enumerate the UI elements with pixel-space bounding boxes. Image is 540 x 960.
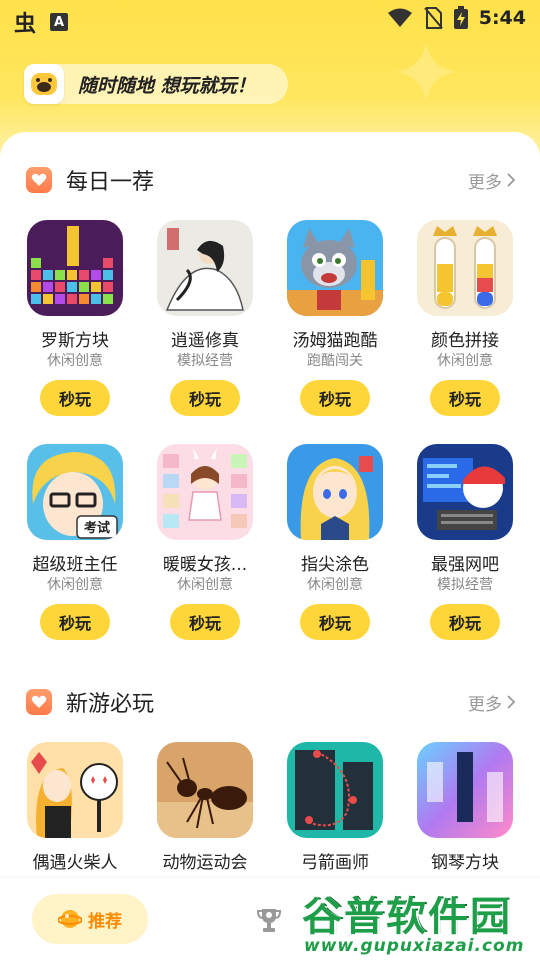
watermark: 谷普软件园 www.gupuxiazai.com (296, 880, 540, 960)
game-card[interactable]: 逍遥修真 模拟经营 秒玩 (140, 220, 270, 416)
color-sort-game-icon[interactable] (417, 220, 513, 316)
heart-icon (26, 167, 52, 193)
game-name: 偶遇火柴人 (32, 853, 118, 873)
xiuzhen-game-icon[interactable] (157, 220, 253, 316)
game-category: 跑酷闯关 (307, 353, 363, 369)
play-button[interactable]: 秒玩 (170, 604, 240, 640)
play-button[interactable]: 秒玩 (300, 380, 370, 416)
game-name: 指尖涂色 (301, 555, 369, 575)
internet-cafe-game-icon[interactable] (417, 444, 513, 540)
nav-tab-recommend[interactable]: 推荐 (32, 894, 148, 944)
piano-tiles-game-icon[interactable] (417, 742, 513, 838)
stickman-game-icon[interactable] (27, 742, 123, 838)
trophy-icon[interactable] (255, 906, 283, 934)
game-card[interactable]: 偶遇火柴人 (10, 742, 140, 873)
game-name: 最强网吧 (431, 555, 499, 575)
slogan-text: 随时随地 想玩就玩！ (78, 74, 256, 97)
svg-text:考试: 考试 (84, 520, 110, 536)
tom-cat-game-icon[interactable] (287, 220, 383, 316)
head-teacher-game-icon[interactable]: 考试 (27, 444, 123, 540)
tetris-game-icon[interactable] (27, 220, 123, 316)
play-button[interactable]: 秒玩 (40, 380, 110, 416)
game-name: 罗斯方块 (41, 331, 109, 351)
app-logo-icon (24, 64, 64, 104)
section-title: 新游必玩 (66, 692, 155, 717)
game-card[interactable]: 考试 超级班主任 休闲创意 秒玩 (10, 444, 140, 640)
game-name: 超级班主任 (32, 555, 118, 575)
game-name: 逍遥修真 (171, 331, 239, 351)
section-header: 新游必玩 更多 (26, 684, 516, 720)
game-name: 汤姆猫跑酷 (292, 331, 378, 351)
chevron-right-icon (507, 695, 516, 709)
watermark-url: www.gupuxiazai.com (304, 936, 525, 956)
warm-girl-game-icon[interactable] (157, 444, 253, 540)
play-button[interactable]: 秒玩 (170, 380, 240, 416)
no-sim-icon (423, 7, 443, 29)
coloring-game-icon[interactable] (287, 444, 383, 540)
game-name: 弓箭画师 (301, 853, 369, 873)
section-header: 每日一荐 更多 (26, 162, 516, 198)
game-category: 模拟经营 (177, 353, 233, 369)
game-card[interactable]: 颜色拼接 休闲创意 秒玩 (400, 220, 530, 416)
game-category: 休闲创意 (437, 353, 493, 369)
status-bar: 虫 A 5:44 (0, 0, 540, 37)
play-button[interactable]: 秒玩 (430, 380, 500, 416)
watermark-title: 谷普软件园 (302, 894, 512, 940)
game-card[interactable]: 罗斯方块 休闲创意 秒玩 (10, 220, 140, 416)
game-card[interactable]: 汤姆猫跑酷 跑酷闯关 秒玩 (270, 220, 400, 416)
game-category: 休闲创意 (47, 353, 103, 369)
game-card[interactable]: 动物运动会 (140, 742, 270, 873)
archer-game-icon[interactable] (287, 742, 383, 838)
play-button[interactable]: 秒玩 (40, 604, 110, 640)
clock: 5:44 (478, 7, 526, 29)
notification-a-icon: A (50, 13, 69, 31)
game-card[interactable]: 弓箭画师 (270, 742, 400, 873)
more-link[interactable]: 更多 (468, 168, 516, 193)
carrier-logo: 虫 (14, 12, 37, 37)
game-category: 休闲创意 (177, 577, 233, 593)
game-name: 动物运动会 (162, 853, 248, 873)
slogan-banner: 随时随地 想玩就玩！ (24, 64, 288, 104)
game-name: 颜色拼接 (431, 331, 499, 351)
section-title: 每日一荐 (66, 170, 155, 195)
wifi-icon (387, 8, 412, 27)
planet-icon (58, 910, 82, 928)
game-category: 休闲创意 (47, 577, 103, 593)
heart-icon (26, 689, 52, 715)
ant-game-icon[interactable] (157, 742, 253, 838)
game-card[interactable]: 钢琴方块 (400, 742, 530, 873)
game-category: 模拟经营 (437, 577, 493, 593)
sparkle-decoration (396, 42, 456, 102)
game-card[interactable]: 暖暖女孩... 休闲创意 秒玩 (140, 444, 270, 640)
game-card[interactable]: 最强网吧 模拟经营 秒玩 (400, 444, 530, 640)
game-card[interactable]: 指尖涂色 休闲创意 秒玩 (270, 444, 400, 640)
game-name: 钢琴方块 (431, 853, 499, 873)
more-link[interactable]: 更多 (468, 690, 516, 715)
nav-label: 推荐 (88, 911, 122, 932)
chevron-right-icon (507, 173, 516, 187)
game-name: 暖暖女孩... (162, 555, 248, 575)
play-button[interactable]: 秒玩 (300, 604, 370, 640)
game-category: 休闲创意 (307, 577, 363, 593)
content-card: 每日一荐 更多 罗斯方块 休闲创意 秒玩 逍遥修真 模拟经营 秒玩 汤姆猫跑酷 … (0, 132, 540, 892)
battery-charging-icon (453, 6, 468, 29)
play-button[interactable]: 秒玩 (430, 604, 500, 640)
